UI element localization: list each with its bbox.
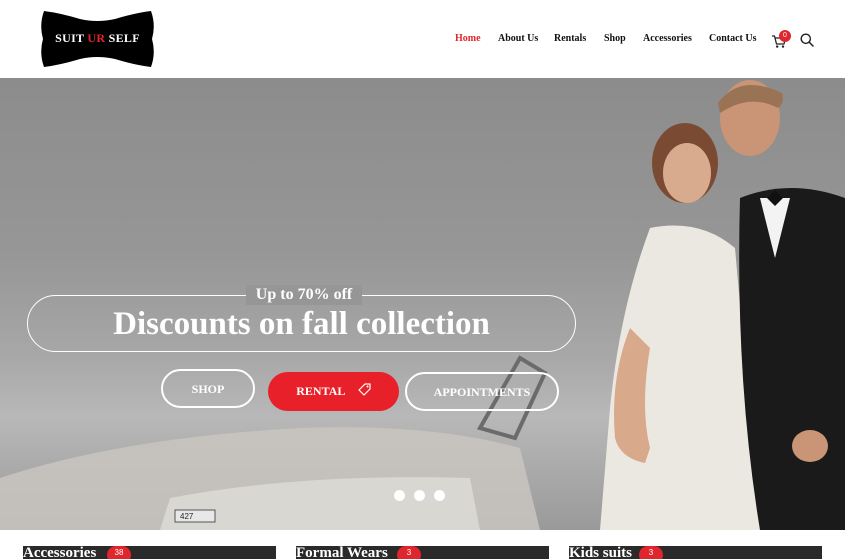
nav-home[interactable]: Home [455,33,481,44]
category-label: Accessories [23,546,97,559]
nav-rentals[interactable]: Rentals [554,33,586,44]
logo[interactable]: SUIT UR SELF [40,9,155,69]
promo-subtitle: Up to 70% off [245,285,363,305]
nav-accessories[interactable]: Accessories [643,33,692,44]
site-header: SUIT UR SELF Home About Us Rentals Shop … [0,0,845,78]
nav-contact-us[interactable]: Contact Us [709,33,757,44]
category-count-badge: 3 [639,546,663,559]
promo-subtitle-wrap: Up to 70% off [232,285,376,305]
search-icon[interactable] [800,33,814,47]
category-label: Formal Wears [296,546,388,559]
slider-dot-1[interactable] [394,490,405,501]
nav-about-us[interactable]: About Us [498,33,538,44]
appointments-button[interactable]: APPOINTMENTS [405,372,559,411]
category-count-badge: 3 [397,546,421,559]
promo-title: Discounts on fall collection [113,306,490,342]
hero-slider: 427 Up to 70% off Discounts on fall coll… [0,78,845,530]
shop-button[interactable]: SHOP [161,369,255,408]
rental-button-label: RENTAL [296,384,345,398]
logo-text: SUIT UR SELF [55,31,140,45]
rental-button[interactable]: RENTAL [268,372,399,411]
slider-dot-2[interactable] [414,490,425,501]
cart-count-badge: 0 [779,30,791,42]
category-card-kids-suits[interactable]: Kids suits 3 [569,546,822,559]
license-plate: 427 [180,512,194,521]
category-label: Kids suits [569,546,632,559]
tag-icon [358,373,371,412]
category-card-accessories[interactable]: Accessories 38 [23,546,276,559]
category-count-badge: 38 [107,546,131,559]
category-card-formal-wears[interactable]: Formal Wears 3 [296,546,549,559]
nav-shop[interactable]: Shop [604,33,626,44]
slider-dot-3[interactable] [434,490,445,501]
category-strip: Accessories 38 Formal Wears 3 Kids suits… [0,530,845,559]
